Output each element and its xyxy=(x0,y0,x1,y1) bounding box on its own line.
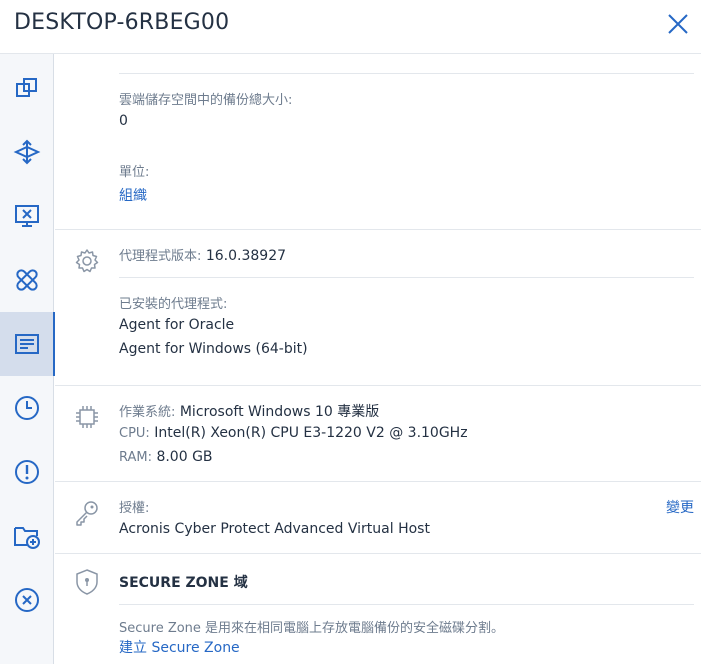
folder-add-icon xyxy=(13,527,40,549)
cpu-icon xyxy=(76,406,98,428)
ram-value: 8.00 GB xyxy=(156,449,213,465)
backup-arrows-icon xyxy=(13,139,40,165)
secure-zone-description: Secure Zone 是用來在相同電腦上存放電腦備份的安全磁碟分割。 xyxy=(119,621,505,636)
os-row: 作業系統: Microsoft Windows 10 專業版 xyxy=(119,401,379,421)
ram-row: RAM: 8.00 GB xyxy=(119,449,213,465)
cpu-value: Intel(R) Xeon(R) CPU E3-1220 V2 @ 3.10GH… xyxy=(154,425,468,441)
change-license-link[interactable]: 變更 xyxy=(666,497,694,517)
ram-label: RAM: xyxy=(119,450,152,465)
cloud-size-label: 雲端儲存空間中的備份總大小: xyxy=(119,93,293,108)
sidebar-item-alerts[interactable] xyxy=(0,440,53,504)
divider xyxy=(119,604,694,605)
installed-agents-label: 已安裝的代理程式: xyxy=(119,297,228,312)
divider xyxy=(119,73,694,74)
close-icon[interactable] xyxy=(664,10,692,38)
unit-label: 單位: xyxy=(119,165,150,180)
installed-agent-item: Agent for Oracle xyxy=(119,317,235,333)
divider xyxy=(119,277,694,278)
cpu-row: CPU: Intel(R) Xeon(R) CPU E3-1220 V2 @ 3… xyxy=(119,425,468,441)
sidebar-item-activities[interactable] xyxy=(0,376,53,440)
alert-icon xyxy=(14,460,39,484)
os-label: 作業系統: xyxy=(119,405,176,420)
agent-version-row: 代理程式版本: 16.0.38927 xyxy=(119,245,286,264)
sidebar-item-add-to-group[interactable] xyxy=(0,504,53,568)
cloud-size-value: 0 xyxy=(119,113,128,129)
section-divider xyxy=(55,481,701,482)
section-divider xyxy=(55,385,701,386)
page-title: DESKTOP-6RBEG00 xyxy=(14,10,230,35)
section-divider xyxy=(55,229,701,230)
sidebar-item-details[interactable] xyxy=(0,312,55,376)
section-divider xyxy=(55,553,701,554)
sidebar-item-delete[interactable] xyxy=(0,568,53,632)
shield-icon xyxy=(76,569,98,595)
sidebar-item-overview[interactable] xyxy=(0,56,53,120)
os-value: Microsoft Windows 10 專業版 xyxy=(179,404,380,420)
document-icon xyxy=(14,334,39,354)
monitor-icon xyxy=(14,205,39,227)
agent-version-value: 16.0.38927 xyxy=(205,248,287,264)
unit-link[interactable]: 組織 xyxy=(119,185,147,205)
agent-version-label: 代理程式版本: xyxy=(119,249,202,264)
secure-zone-title: SECURE ZONE 域 xyxy=(119,575,248,591)
gear-icon xyxy=(75,249,99,273)
cpu-label: CPU: xyxy=(119,426,150,441)
sidebar-item-remote-desktop[interactable] xyxy=(0,184,53,248)
license-value: Acronis Cyber Protect Advanced Virtual H… xyxy=(119,521,430,537)
details-panel: 雲端儲存空間中的備份總大小: 0 單位: 組織 代理程式版本: 16.0.389… xyxy=(55,54,701,664)
bandage-icon xyxy=(15,269,38,291)
installed-agent-item: Agent for Windows (64-bit) xyxy=(119,341,308,357)
panel-header: DESKTOP-6RBEG00 xyxy=(0,0,701,54)
clock-icon xyxy=(14,396,39,420)
license-label: 授權: xyxy=(119,501,150,516)
sidebar-item-patch[interactable] xyxy=(0,248,53,312)
copy-icon xyxy=(15,78,37,97)
key-icon xyxy=(76,501,98,526)
delete-icon xyxy=(14,588,39,612)
sidebar-item-backup[interactable] xyxy=(0,120,53,184)
sidebar xyxy=(0,54,55,664)
create-secure-zone-link[interactable]: 建立 Secure Zone xyxy=(119,637,240,657)
